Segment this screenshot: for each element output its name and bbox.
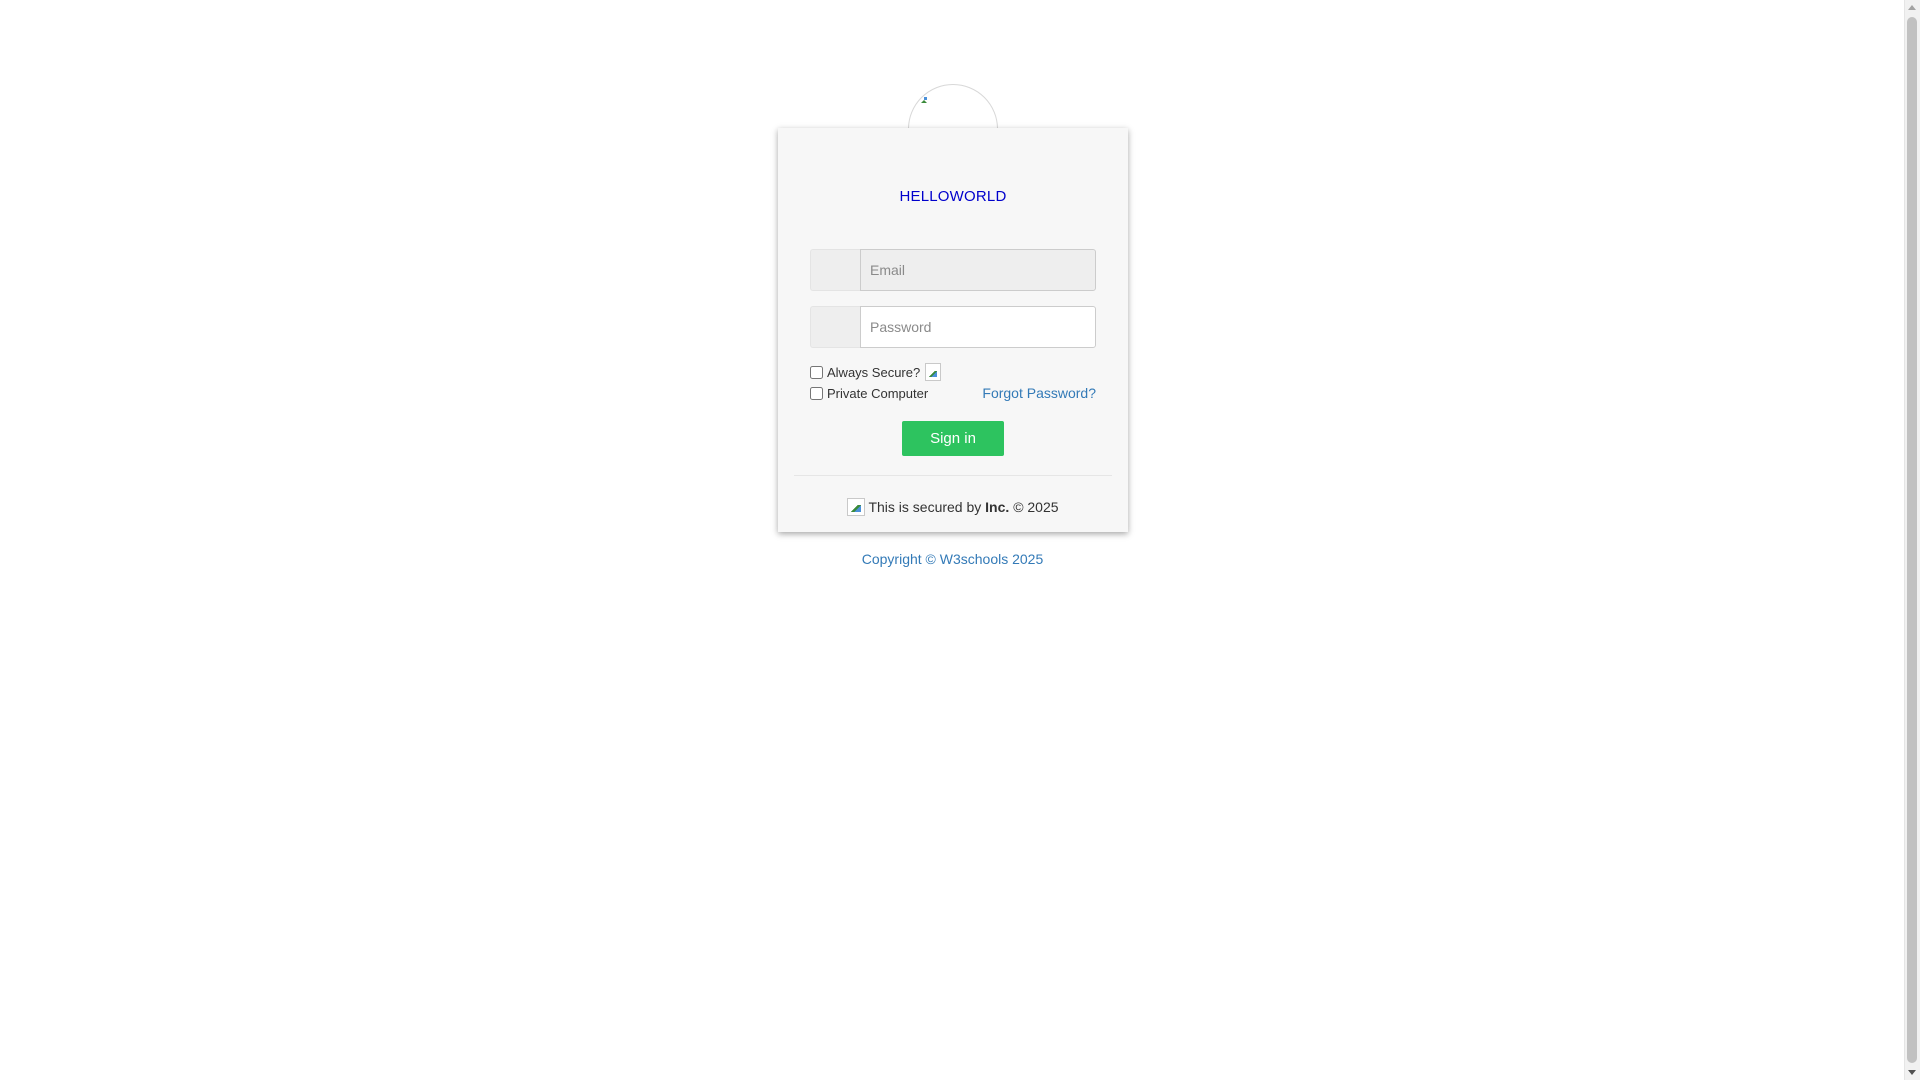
card-divider xyxy=(794,475,1112,476)
secured-company: Inc. xyxy=(985,499,1010,515)
login-page: HELLOWORLD Always Secure? Private Comput… xyxy=(0,0,1920,1080)
always-secure-row[interactable]: Always Secure? xyxy=(810,363,942,381)
always-secure-label: Always Secure? xyxy=(827,364,921,380)
scroll-down-icon[interactable] xyxy=(1908,1070,1916,1075)
email-input[interactable] xyxy=(860,249,1096,291)
info-icon[interactable] xyxy=(925,363,942,381)
copyright-text: Copyright © W3schools 2025 xyxy=(861,551,1044,567)
email-input-group xyxy=(810,249,1096,291)
email-addon xyxy=(810,249,860,291)
sign-in-button[interactable]: Sign in xyxy=(902,421,1004,456)
broken-image-icon xyxy=(921,97,927,103)
scroll-up-icon[interactable] xyxy=(1908,5,1916,10)
secured-by-text: This is secured by Inc. © 2025 xyxy=(778,498,1128,516)
login-card: HELLOWORLD Always Secure? Private Comput… xyxy=(778,128,1128,532)
private-computer-row[interactable]: Private Computer xyxy=(810,384,928,402)
scrollbar-thumb[interactable] xyxy=(1907,17,1917,1063)
secured-suffix: © 2025 xyxy=(1013,499,1059,515)
private-computer-label: Private Computer xyxy=(827,385,929,401)
vertical-scrollbar[interactable] xyxy=(1904,0,1920,1080)
forgot-password-link[interactable]: Forgot Password? xyxy=(982,385,1096,401)
password-addon xyxy=(810,306,860,348)
always-secure-checkbox[interactable] xyxy=(810,365,823,379)
brand-name: HELLOWORLD xyxy=(899,188,1007,205)
password-input-group xyxy=(810,306,1096,348)
secured-logo-icon xyxy=(847,498,866,516)
secured-prefix: This is secured by xyxy=(868,499,982,515)
private-computer-checkbox[interactable] xyxy=(810,386,823,400)
password-input[interactable] xyxy=(860,306,1096,348)
